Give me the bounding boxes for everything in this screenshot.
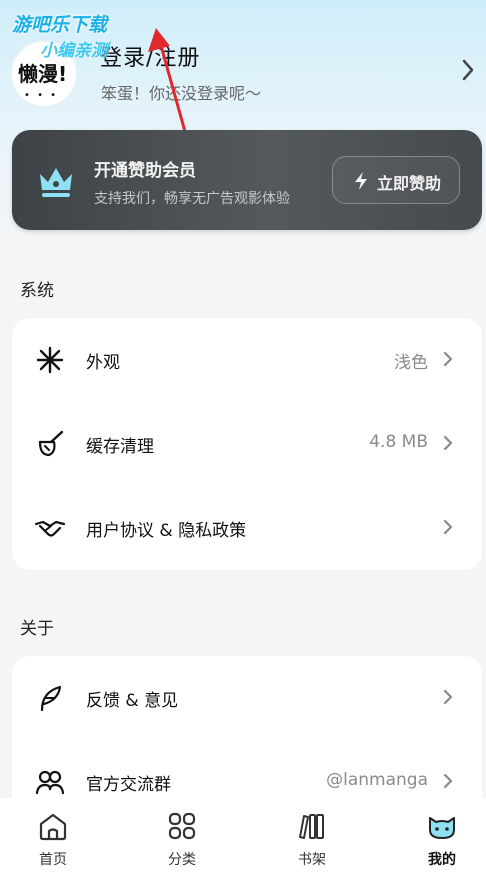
nav-item-category[interactable]: 分类 <box>142 798 222 872</box>
sponsor-description: 支持我们，畅享无广告观影体验 <box>94 191 290 207</box>
lightning-icon <box>355 172 367 190</box>
nav-label: 首页 <box>39 852 67 868</box>
settings-item-user-agreement[interactable]: 用户协议 & 隐私政策 <box>12 486 482 570</box>
nav-label: 分类 <box>168 852 196 868</box>
section-title-system: 系统 <box>20 281 54 301</box>
bottom-navigation: 首页 分类 书架 我的 <box>0 798 486 872</box>
bookshelf-icon <box>299 814 324 839</box>
chevron-right-icon <box>443 351 453 367</box>
chevron-right-icon[interactable] <box>458 56 478 84</box>
nav-label: 书架 <box>298 852 326 868</box>
login-register-title[interactable]: 登录/注册 <box>100 40 200 72</box>
avatar-text: 懒漫! <box>18 62 68 86</box>
sparkle-icon <box>36 346 64 374</box>
watermark-subtext: 小编亲测 <box>40 41 108 61</box>
chevron-right-icon <box>443 773 453 789</box>
settings-item-value: @lanmanga <box>326 770 428 790</box>
settings-item-label: 缓存清理 <box>86 437 154 457</box>
grid-icon <box>168 812 196 840</box>
settings-item-label: 用户协议 & 隐私政策 <box>86 521 247 541</box>
settings-item-label: 外观 <box>86 353 120 373</box>
broom-icon <box>38 430 64 457</box>
watermark-text: 游吧乐下载 <box>12 14 108 36</box>
sponsor-now-button[interactable]: 立即赞助 <box>332 156 460 204</box>
crown-icon <box>40 168 72 197</box>
group-icon <box>35 770 65 795</box>
handshake-icon <box>34 520 66 537</box>
about-card: 反馈 & 意见 官方交流群 @lanmanga <box>12 656 482 816</box>
login-subtitle: 笨蛋！你还没登录呢～ <box>101 84 262 103</box>
cat-face-icon <box>429 817 455 839</box>
settings-item-label: 官方交流群 <box>86 775 171 795</box>
sponsor-button-label: 立即赞助 <box>377 174 442 193</box>
settings-item-cache-clear[interactable]: 缓存清理 4.8 MB <box>12 402 482 486</box>
nav-item-home[interactable]: 首页 <box>13 798 93 872</box>
settings-item-appearance[interactable]: 外观 浅色 <box>12 318 482 402</box>
chevron-right-icon <box>443 435 453 451</box>
nav-item-mine[interactable]: 我的 <box>402 798 482 872</box>
home-icon <box>39 813 67 841</box>
system-card: 外观 浅色 缓存清理 4.8 MB 用户协议 & 隐私政策 <box>12 318 482 570</box>
chevron-right-icon <box>443 689 453 705</box>
settings-item-feedback[interactable]: 反馈 & 意见 <box>12 656 482 740</box>
section-title-about: 关于 <box>20 619 54 639</box>
settings-item-value: 4.8 MB <box>369 432 428 452</box>
settings-item-label: 反馈 & 意见 <box>86 691 179 711</box>
nav-item-bookshelf[interactable]: 书架 <box>272 798 352 872</box>
settings-item-value: 浅色 <box>394 353 428 373</box>
nav-label: 我的 <box>428 852 456 868</box>
chevron-right-icon <box>443 519 453 535</box>
sponsor-card[interactable]: 开通赞助会员 支持我们，畅享无广告观影体验 立即赞助 <box>12 130 482 230</box>
feather-icon <box>40 685 62 712</box>
sponsor-title: 开通赞助会员 <box>94 161 196 181</box>
avatar-decoration: • • • <box>24 90 59 101</box>
